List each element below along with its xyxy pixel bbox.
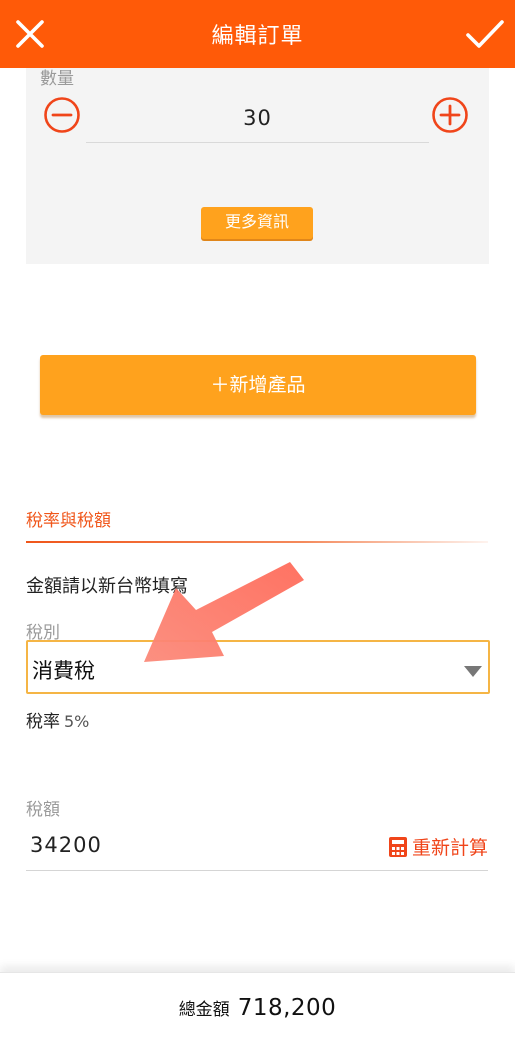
tax-rate-label: 稅率 xyxy=(26,712,60,732)
total-label: 總金額 xyxy=(178,1000,230,1020)
confirm-button[interactable] xyxy=(463,14,507,54)
section-divider xyxy=(26,541,488,543)
tax-amount-field[interactable]: 34200 重新計算 xyxy=(26,830,488,871)
decrement-button[interactable] xyxy=(43,96,81,134)
product-card: 數量 30 更多資訊 xyxy=(26,68,489,264)
recalculate-button[interactable]: 重新計算 xyxy=(388,833,488,860)
increment-button[interactable] xyxy=(431,96,469,134)
tax-amount-value: 34200 xyxy=(30,833,102,857)
add-product-button[interactable]: ＋新增產品 xyxy=(40,355,476,415)
total-bar: 總金額 718,200 xyxy=(0,972,515,1050)
total-summary: 總金額 718,200 xyxy=(0,995,515,1021)
tax-type-value: 消費稅 xyxy=(32,659,95,683)
app-bar: 編輯訂單 xyxy=(0,0,515,68)
page-title: 編輯訂單 xyxy=(211,24,304,49)
pointer-arrow-icon xyxy=(144,562,304,662)
quantity-label: 數量 xyxy=(40,69,74,89)
total-value: 718,200 xyxy=(237,995,337,1021)
close-button[interactable] xyxy=(10,14,50,54)
recalculate-label: 重新計算 xyxy=(411,837,488,859)
check-icon xyxy=(466,20,504,48)
tax-rate-value: 5% xyxy=(64,712,90,731)
tax-amount-label: 稅額 xyxy=(26,800,60,820)
tax-section-title: 稅率與稅額 xyxy=(26,511,111,531)
more-info-button[interactable]: 更多資訊 xyxy=(201,207,313,239)
quantity-input[interactable]: 30 xyxy=(86,98,429,143)
tax-rate: 稅率 5% xyxy=(26,707,89,732)
plus-circle-icon xyxy=(432,97,468,133)
close-icon xyxy=(16,20,44,48)
dropdown-caret-icon xyxy=(464,666,482,677)
minus-circle-icon xyxy=(44,97,80,133)
calculator-icon xyxy=(388,836,407,857)
